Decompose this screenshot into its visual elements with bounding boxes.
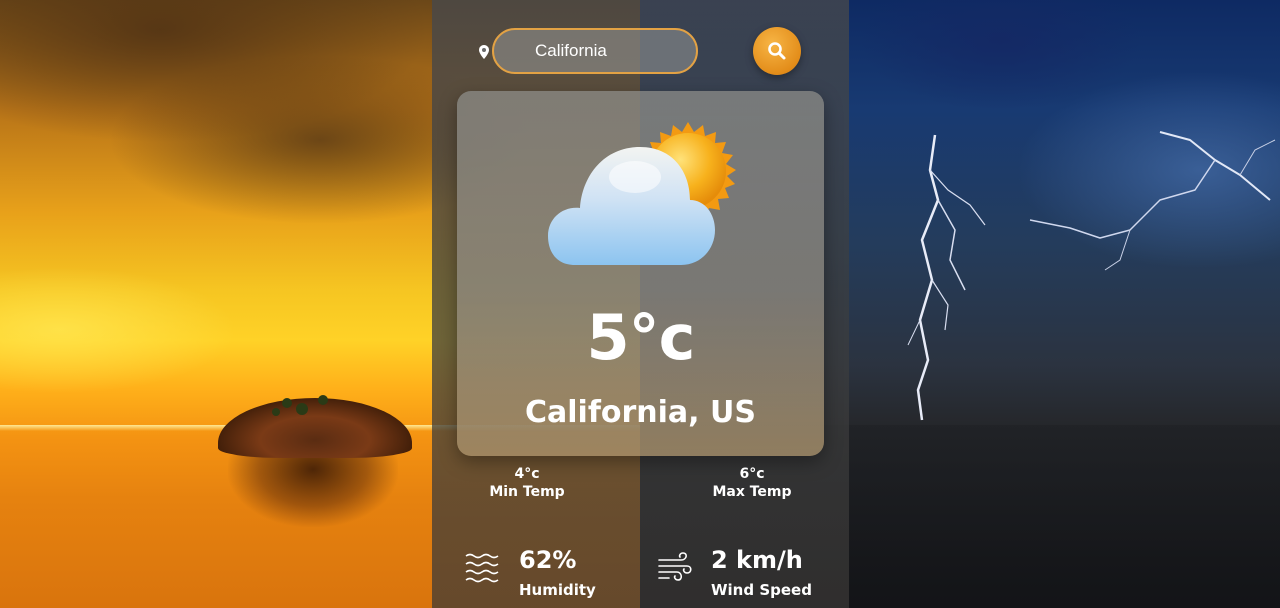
island-tree — [282, 398, 292, 408]
lightning-bolt — [907, 134, 986, 421]
wind-value: 2 km/h — [711, 546, 803, 574]
island-tree — [296, 403, 308, 415]
max-temp-value: 6°c — [739, 466, 765, 482]
location-pin-icon — [479, 45, 489, 59]
partly-cloudy-icon — [548, 122, 736, 265]
humidity-waves-icon — [465, 553, 499, 583]
search-icon — [768, 42, 786, 60]
wind-label: Wind Speed — [711, 581, 812, 599]
island-tree — [318, 395, 328, 405]
wind-icon — [658, 552, 692, 581]
lightning-bolt — [1029, 131, 1276, 271]
humidity-label: Humidity — [519, 581, 596, 599]
min-temp-label: Min Temp — [489, 484, 565, 500]
humidity-value: 62% — [519, 546, 577, 574]
min-temp: 4°c Min Temp — [472, 465, 582, 501]
island-reflection — [228, 455, 398, 527]
weather-app: 5°c California, US 4°c Min Temp 6°c Max … — [0, 0, 1280, 608]
search-input[interactable] — [492, 28, 698, 74]
max-temp-label: Max Temp — [712, 484, 792, 500]
min-temp-value: 4°c — [514, 466, 540, 482]
search-button[interactable] — [753, 27, 801, 75]
island-tree — [272, 408, 280, 416]
location-name: California, US — [525, 395, 756, 430]
current-temperature: 5°c — [586, 301, 696, 374]
max-temp: 6°c Max Temp — [697, 465, 807, 501]
